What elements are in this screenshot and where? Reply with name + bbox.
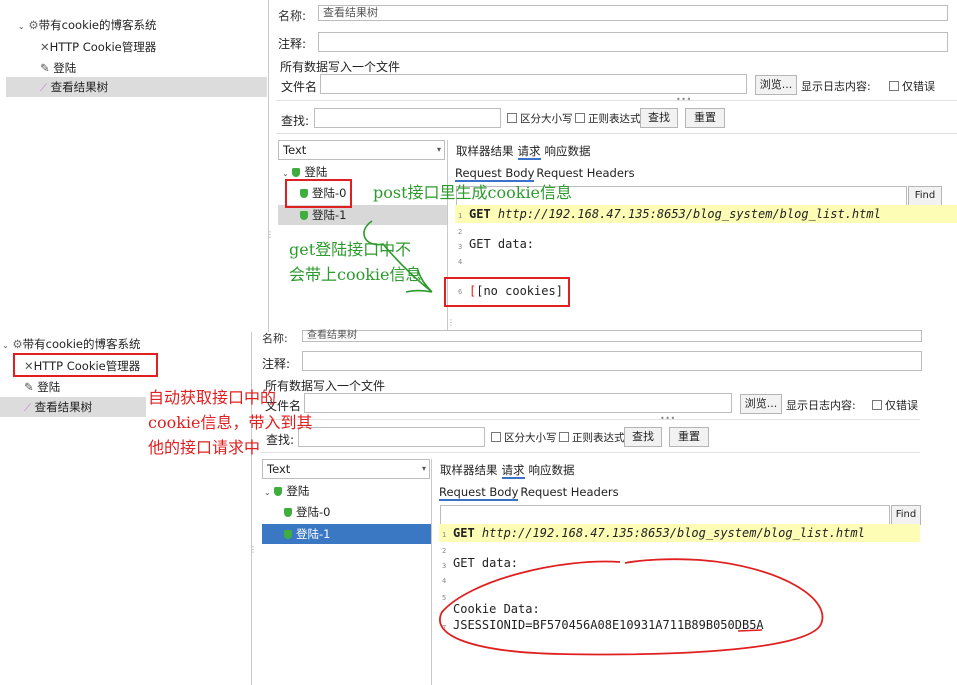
annotation-ellipse: [439, 558, 824, 656]
annotation-arrow: [363, 220, 433, 293]
